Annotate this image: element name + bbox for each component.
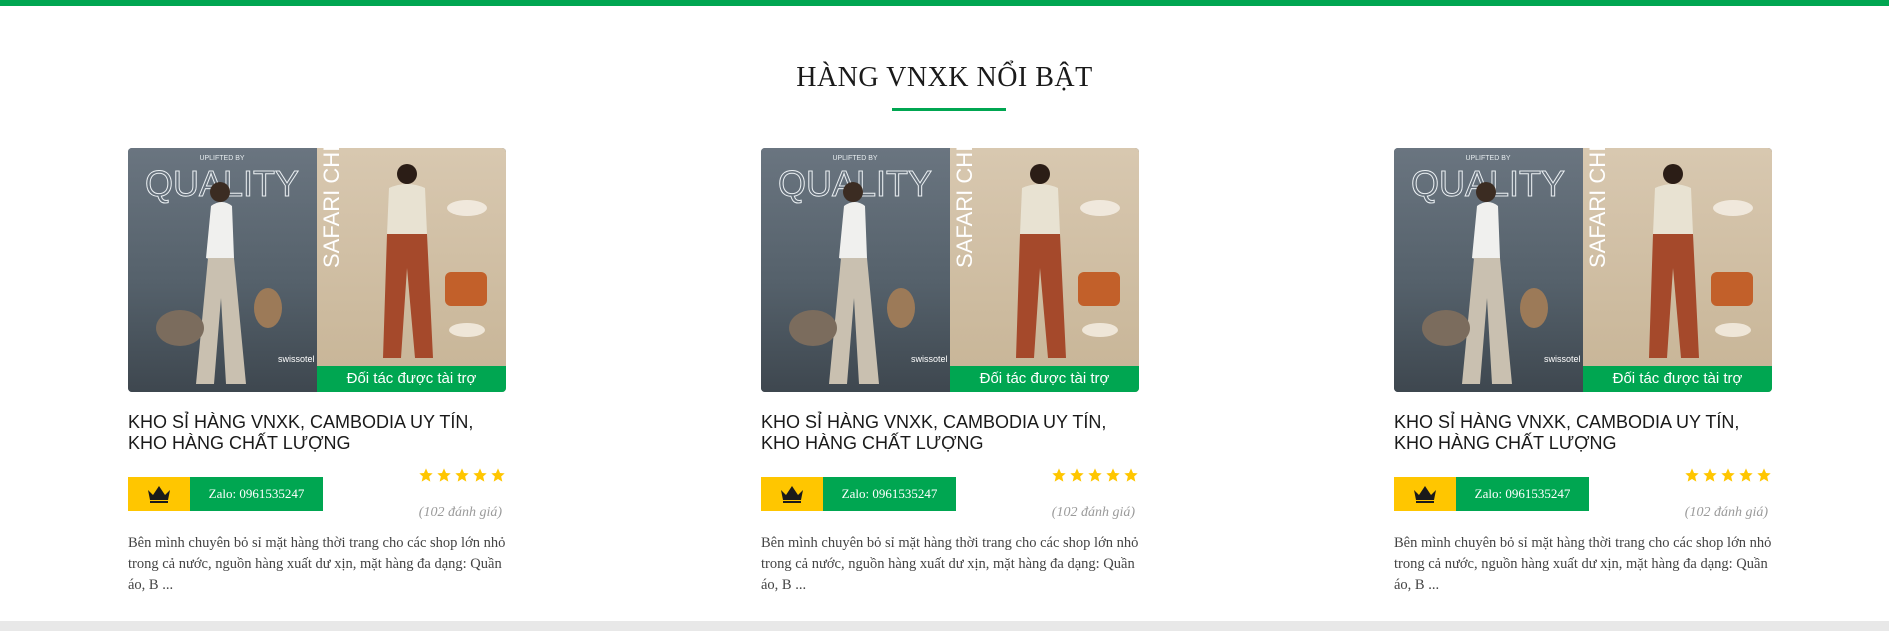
sponsor-banner: Đối tác được tài trợ [950, 366, 1139, 392]
card-description: Bên mình chuyên bỏ sỉ mặt hàng thời tran… [761, 535, 1139, 593]
star-icon [1124, 468, 1138, 482]
star-icon [1052, 468, 1066, 482]
crown-badge [761, 477, 823, 511]
crown-icon [781, 486, 803, 503]
crown-icon [1414, 486, 1436, 503]
star-icon [1106, 468, 1120, 482]
card-description: Bên mình chuyên bỏ sỉ mặt hàng thời tran… [1394, 535, 1772, 593]
ad-side-heading: SAFARI CHIC [1585, 148, 1610, 268]
zalo-contact-button[interactable]: Zalo: 0961535247 [823, 477, 956, 511]
sponsor-banner: Đối tác được tài trợ [1583, 366, 1772, 392]
card-title[interactable]: KHO SỈ HÀNG VNXK, CAMBODIA UY TÍN, KHO H… [128, 412, 506, 454]
ad-panel-left: UPLIFTED BY QUALITY swissotel [1394, 148, 1583, 392]
star-icon [1757, 468, 1771, 482]
star-icon [437, 468, 451, 482]
ad-panel-left: UPLIFTED BY QUALITY swissotel [128, 148, 317, 392]
product-image[interactable]: UPLIFTED BY QUALITY swissotel SAFARI CHI… [761, 148, 1139, 392]
ad-panel-right: SAFARI CHIC [950, 148, 1139, 392]
star-icon [1721, 468, 1735, 482]
ad-side-heading: SAFARI CHIC [319, 148, 344, 268]
zalo-contact-button[interactable]: Zalo: 0961535247 [1456, 477, 1589, 511]
ad-panel-right: SAFARI CHIC [317, 148, 506, 392]
star-icon [1070, 468, 1084, 482]
review-count: (102 đánh giá) [1051, 505, 1135, 520]
card-title[interactable]: KHO SỈ HÀNG VNXK, CAMBODIA UY TÍN, KHO H… [761, 412, 1139, 454]
ad-panel-right: SAFARI CHIC [1583, 148, 1772, 392]
star-icon [1703, 468, 1717, 482]
rating-stars [1684, 467, 1772, 483]
sponsor-banner: Đối tác được tài trợ [317, 366, 506, 392]
star-icon [455, 468, 469, 482]
star-icon [419, 468, 433, 482]
star-icon [473, 468, 487, 482]
rating-stars [1051, 467, 1139, 483]
ad-brand: swissotel [911, 354, 948, 364]
ad-top-text: UPLIFTED BY [832, 155, 877, 162]
star-icon [1685, 468, 1699, 482]
ad-panel-left: UPLIFTED BY QUALITY swissotel [761, 148, 950, 392]
star-icon [491, 468, 505, 482]
product-card[interactable]: UPLIFTED BY QUALITY swissotel SAFARI CHI… [1394, 148, 1772, 598]
product-image[interactable]: UPLIFTED BY QUALITY swissotel SAFARI CHI… [128, 148, 506, 392]
title-underline [892, 108, 1006, 111]
zalo-contact-button[interactable]: Zalo: 0961535247 [190, 477, 323, 511]
product-card[interactable]: UPLIFTED BY QUALITY swissotel SAFARI CHI… [128, 148, 506, 598]
star-icon [1739, 468, 1753, 482]
card-title[interactable]: KHO SỈ HÀNG VNXK, CAMBODIA UY TÍN, KHO H… [1394, 412, 1772, 454]
crown-badge [128, 477, 190, 511]
section-title: HÀNG VNXK NỔI BẬT [796, 62, 1093, 93]
review-count: (102 đánh giá) [1684, 505, 1768, 520]
bottom-divider [0, 621, 1889, 631]
top-accent-bar [0, 0, 1889, 6]
star-icon [1088, 468, 1102, 482]
ad-top-text: UPLIFTED BY [1465, 155, 1510, 162]
card-description: Bên mình chuyên bỏ sỉ mặt hàng thời tran… [128, 535, 506, 593]
ad-brand: swissotel [278, 354, 315, 364]
crown-badge [1394, 477, 1456, 511]
crown-icon [148, 486, 170, 503]
product-card[interactable]: UPLIFTED BY QUALITY swissotel SAFARI CHI… [761, 148, 1139, 598]
product-image[interactable]: UPLIFTED BY QUALITY swissotel SAFARI CHI… [1394, 148, 1772, 392]
ad-brand: swissotel [1544, 354, 1581, 364]
ad-top-text: UPLIFTED BY [199, 155, 244, 162]
review-count: (102 đánh giá) [418, 505, 502, 520]
ad-side-heading: SAFARI CHIC [952, 148, 977, 268]
rating-stars [418, 467, 506, 483]
